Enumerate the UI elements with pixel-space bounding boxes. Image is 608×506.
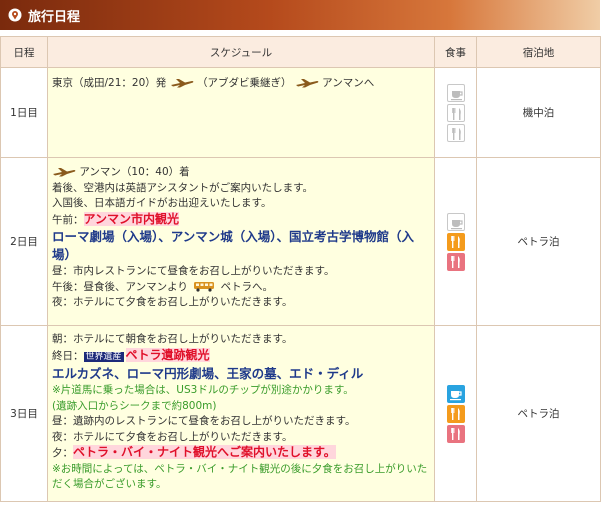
schedule-cell: アンマン（10：40）着 着後、空港内は英語アシスタントがご案内いたします。 入… [47, 157, 435, 326]
header-day: 日程 [0, 36, 48, 68]
table-row: 2日目 アンマン（10：40）着 着後、空港内は英語アシスタントがご案内いたしま… [0, 157, 601, 326]
note-text: (遺跡入口からシークまで約800m) [52, 399, 217, 412]
hotel-label: 機中泊 [476, 67, 601, 158]
meal-cell [434, 157, 477, 326]
fork-knife-icon [446, 252, 465, 271]
coffee-cup-icon [446, 212, 465, 231]
sightseeing-spots: エルカズネ、ローマ円形劇場、王家の墓、エド・ディル [52, 366, 364, 381]
section-title: 旅行日程 [28, 9, 81, 25]
hotel-label: ペトラ泊 [476, 157, 601, 326]
schedule-line: 東京（成田/21：20）発 （アブダビ乗継ぎ） アンマンへ [52, 77, 375, 89]
table-row: 1日目 東京（成田/21：20）発 （アブダビ乗継ぎ） アンマンへ 機中泊 [0, 67, 601, 158]
coffee-cup-icon [446, 384, 465, 403]
map-pin-icon [8, 8, 22, 22]
fork-knife-icon [446, 103, 465, 122]
note-text: ※お時間によっては、ペトラ・バイ・ナイト観光の後に夕食をお召し上がりいただく場合… [52, 462, 428, 491]
sightseeing-spots: ローマ劇場（入場）、アンマン城（入場）、国立考古学博物館（入場） [52, 229, 415, 262]
bus-icon [194, 282, 215, 292]
airplane-icon [170, 79, 193, 88]
coffee-cup-icon [446, 83, 465, 102]
header-hotel: 宿泊地 [476, 36, 601, 68]
hotel-label: ペトラ泊 [476, 325, 601, 502]
section-header: 旅行日程 [0, 0, 600, 30]
header-meal: 食事 [434, 36, 477, 68]
airplane-icon [295, 79, 319, 88]
world-heritage-badge: 世界遺産 [83, 351, 124, 362]
highlight-tour: ペトラ・バイ・ナイト観光へご案内いたします。 [73, 445, 336, 459]
fork-knife-icon [446, 404, 465, 423]
header-schedule: スケジュール [47, 36, 435, 68]
meal-cell [434, 67, 477, 158]
airplane-icon [53, 168, 76, 177]
fork-knife-icon [446, 232, 465, 251]
meal-cell [434, 325, 477, 502]
schedule-cell: 朝：ホテルにて朝食をお召し上がりいただきます。 終日： 世界遺産 ペトラ遺跡観光 エ… [47, 325, 435, 502]
day-label: 2日目 [0, 157, 48, 326]
day-label: 3日目 [0, 325, 48, 502]
table-header-row: 日程 スケジュール 食事 宿泊地 [0, 36, 601, 68]
fork-knife-icon [446, 424, 465, 443]
schedule-table: 日程 スケジュール 食事 宿泊地 1日目 東京（成田/21：20）発 （アブダビ… [0, 36, 601, 502]
highlight-tour: ペトラ遺跡観光 [125, 347, 210, 362]
highlight-tour: アンマン市内観光 [83, 211, 180, 226]
note-text: ※片道馬に乗った場合は、US3ドルのチップが別途かかります。 [52, 384, 354, 396]
itinerary-section: 旅行日程 日程 スケジュール 食事 宿泊地 1日目 東京（成田/21：20）発 [0, 0, 601, 506]
table-row: 3日目 朝：ホテルにて朝食をお召し上がりいただきます。 終日： 世界遺産 ペトラ遺跡… [0, 325, 601, 502]
schedule-cell: 東京（成田/21：20）発 （アブダビ乗継ぎ） アンマンへ [47, 67, 435, 158]
fork-knife-icon [446, 123, 465, 142]
arrival-text: アンマン（10：40）着 [79, 166, 190, 178]
day-label: 1日目 [0, 67, 48, 158]
